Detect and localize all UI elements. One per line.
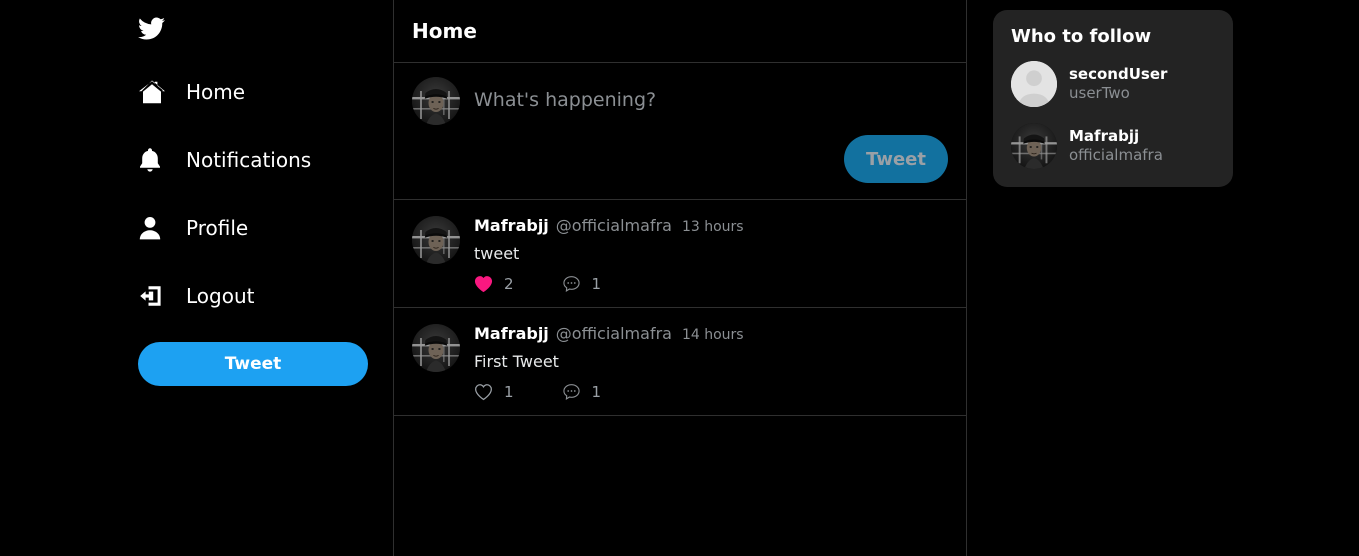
- composer-actions: Tweet: [412, 135, 948, 183]
- right-sidebar: Who to follow secondUser userTwo Mafrabj…: [967, 0, 1359, 556]
- like-count: 1: [504, 383, 514, 401]
- who-to-follow-meta: secondUser userTwo: [1069, 65, 1167, 104]
- avatar: [412, 216, 460, 264]
- who-to-follow-title: Who to follow: [1011, 26, 1152, 47]
- tweet-body: Mafrabjj @officialmafra 14 hours First T…: [474, 324, 948, 401]
- sidebar-item-notifications[interactable]: Notifications: [138, 136, 393, 184]
- tweet-actions: 2 1: [474, 275, 948, 293]
- like-button[interactable]: 1: [474, 383, 514, 401]
- twitter-clone-app: Home Notifications Profile Logout Tweet …: [0, 0, 1359, 556]
- sidebar-item-profile[interactable]: Profile: [138, 204, 393, 252]
- default-avatar-icon: [1011, 61, 1057, 107]
- feed-empty-space: [394, 416, 966, 556]
- tweet-author-handle: @officialmafra: [555, 216, 672, 235]
- composer-avatar: [412, 77, 460, 125]
- tweet-header: Mafrabjj @officialmafra 14 hours: [474, 324, 948, 343]
- comment-icon: [562, 383, 581, 401]
- sidebar-item-home[interactable]: Home: [138, 68, 393, 116]
- who-to-follow-card: Who to follow secondUser userTwo Mafrabj…: [993, 10, 1233, 187]
- like-count: 2: [504, 275, 514, 293]
- tweet-text-input[interactable]: [474, 89, 948, 127]
- sidebar-item-logout[interactable]: Logout: [138, 272, 393, 320]
- sidebar-item-label: Notifications: [186, 148, 312, 172]
- tweet-item[interactable]: Mafrabjj @officialmafra 14 hours First T…: [394, 308, 966, 416]
- sidebar-nav: Home Notifications Profile Logout: [138, 68, 393, 340]
- tweet-author-name: Mafrabjj: [474, 216, 549, 235]
- avatar: [412, 324, 460, 372]
- tweet-timestamp: 13 hours: [681, 219, 744, 235]
- feed-header: Home: [394, 0, 966, 63]
- tweet-author-name: Mafrabjj: [474, 324, 549, 343]
- tweet-actions: 1 1: [474, 383, 948, 401]
- comment-icon: [562, 275, 581, 293]
- who-to-follow-handle: officialmafra: [1069, 146, 1163, 164]
- home-icon: [138, 79, 176, 105]
- twitter-bird-icon[interactable]: [138, 8, 178, 48]
- comment-button[interactable]: 1: [562, 275, 602, 293]
- who-to-follow-item[interactable]: Mafrabjj officialmafra: [1011, 123, 1215, 169]
- bell-icon: [138, 147, 176, 173]
- logout-icon: [138, 284, 176, 308]
- composer-tweet-submit-button[interactable]: Tweet: [844, 135, 948, 183]
- sidebar-tweet-button[interactable]: Tweet: [138, 342, 368, 386]
- comment-button[interactable]: 1: [562, 383, 602, 401]
- tweet-header: Mafrabjj @officialmafra 13 hours: [474, 216, 948, 235]
- sidebar-item-label: Profile: [186, 216, 249, 240]
- comment-count: 1: [591, 275, 602, 293]
- like-button[interactable]: 2: [474, 275, 514, 293]
- who-to-follow-item[interactable]: secondUser userTwo: [1011, 61, 1215, 107]
- heart-filled-icon: [474, 275, 493, 293]
- tweet-text: tweet: [474, 244, 520, 263]
- left-sidebar: Home Notifications Profile Logout Tweet: [0, 0, 393, 556]
- who-to-follow-meta: Mafrabjj officialmafra: [1069, 127, 1163, 166]
- sidebar-item-label: Home: [186, 80, 246, 104]
- tweet-composer: Tweet: [394, 63, 966, 200]
- tweet-text: First Tweet: [474, 352, 559, 371]
- who-to-follow-name: secondUser: [1069, 64, 1168, 83]
- tweet-timestamp: 14 hours: [681, 327, 744, 343]
- composer-row: [412, 77, 948, 127]
- main-feed-column: Home Tweet Mafrabjj @officialmafra 13 ho…: [393, 0, 967, 556]
- heart-outline-icon: [474, 383, 493, 401]
- sidebar-item-label: Logout: [186, 284, 255, 308]
- who-to-follow-name: Mafrabjj: [1069, 126, 1140, 145]
- avatar: [1011, 123, 1057, 169]
- comment-count: 1: [591, 383, 602, 401]
- who-to-follow-handle: userTwo: [1069, 84, 1130, 102]
- person-icon: [138, 215, 176, 241]
- tweet-author-handle: @officialmafra: [555, 324, 672, 343]
- page-title: Home: [412, 19, 477, 43]
- tweet-body: Mafrabjj @officialmafra 13 hours tweet 2: [474, 216, 948, 293]
- tweet-item[interactable]: Mafrabjj @officialmafra 13 hours tweet 2: [394, 200, 966, 308]
